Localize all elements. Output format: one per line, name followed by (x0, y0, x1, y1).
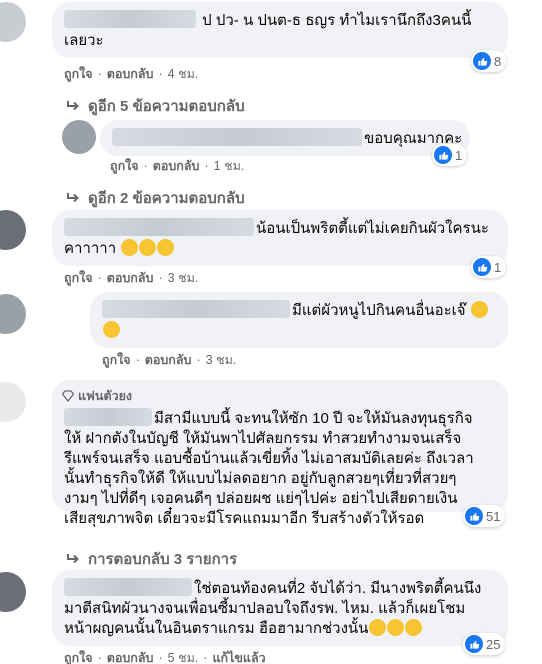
laugh-emoji-icon (369, 619, 387, 636)
comment-text: เสียสุขภาพจิต เดี๋ยวจะมีโรคแถมมาอีก รีบส… (64, 510, 425, 527)
comment-text: มาตีสนิทผัวนางจนเพื่อนซี้มาปลอบใจถึงรพ. … (64, 600, 466, 617)
grin-emoji-icon (157, 239, 175, 256)
like-link[interactable]: ถูกใจ (110, 156, 139, 176)
laugh-emoji-icon (103, 321, 120, 338)
comment-actions: ถูกใจ · ตอบกลับ · 1 ชม. (110, 156, 244, 176)
redacted-name (64, 408, 152, 426)
reaction-count[interactable]: 51 (463, 505, 506, 527)
comment-text: ใช่ตอนท้องคนที่2 จับได้ว่า. มีนางพริตตี้… (194, 580, 482, 597)
like-icon (434, 146, 452, 164)
sad-emoji-icon (470, 301, 488, 318)
comment-actions: ถูกใจ · ตอบกลับ · 5 ชม. · แก้ไขแล้ว (64, 648, 266, 664)
reaction-number: 1 (494, 259, 502, 275)
reaction-count[interactable]: 1 (471, 256, 507, 278)
like-icon (465, 635, 483, 653)
redacted-name (102, 300, 290, 318)
reaction-number: 25 (486, 636, 501, 652)
redacted-name (64, 578, 192, 596)
comment-text: ให้ ฝากตังในบัญชี ให้มันพาไปศัลยกรรม ทำส… (64, 430, 462, 447)
reaction-count[interactable]: 8 (471, 50, 507, 72)
reaction-count[interactable]: 25 (463, 633, 506, 655)
laugh-emoji-icon (387, 619, 405, 636)
reaction-count[interactable]: 1 (432, 144, 468, 166)
edited-label: แก้ไขแล้ว (212, 651, 266, 664)
comment-actions: ถูกใจ · ตอบกลับ · 4 ชม. (64, 64, 198, 84)
comment-text: ป ปว- น ปนต-ธ ธญร ทำไมเรานึกถึง3คนนี้ (202, 12, 472, 29)
reply-link[interactable]: ตอบกลับ (107, 268, 154, 288)
avatar[interactable] (0, 294, 26, 334)
badge-label: แฟนตัวยง (78, 389, 133, 403)
avatar[interactable] (0, 2, 26, 42)
comment-bubble: ป ปว- น ปนต-ธ ธญร ทำไมเรานึกถึง3คนนี้ เล… (52, 2, 508, 58)
avatar[interactable] (0, 572, 26, 612)
reply-arrow-icon (66, 192, 82, 204)
like-icon (473, 52, 491, 70)
view-more-replies[interactable]: ดูอีก 2 ข้อความตอบกลับ (66, 186, 245, 210)
reaction-number: 1 (455, 147, 463, 163)
comment-text: มีแต่ผัวหนูไปกินคนอื่นอะเจ๊ (292, 302, 466, 319)
comment-text: คาาาาา (64, 240, 117, 257)
reaction-number: 8 (494, 53, 502, 69)
grin-emoji-icon (139, 239, 157, 256)
redacted-name (64, 10, 196, 28)
view-more-replies-label: ดูอีก 5 ข้อความตอบกลับ (88, 98, 245, 115)
like-icon (465, 507, 483, 525)
like-link[interactable]: ถูกใจ (64, 268, 93, 288)
timestamp[interactable]: 3 ชม. (168, 268, 199, 288)
view-more-replies[interactable]: ดูอีก 5 ข้อความตอบกลับ (66, 94, 245, 118)
comment-bubble: มีแต่ผัวหนูไปกินคนอื่นอะเจ๊ (90, 292, 508, 348)
view-more-replies-label: ดูอีก 2 ข้อความตอบกลับ (88, 190, 245, 207)
laugh-emoji-icon (405, 619, 423, 636)
timestamp[interactable]: 4 ชม. (168, 64, 199, 84)
grin-emoji-icon (121, 239, 139, 256)
reply-link[interactable]: ตอบกลับ (107, 64, 154, 84)
like-link[interactable]: ถูกใจ (64, 64, 93, 84)
comment-bubble: ใช่ตอนท้องคนที่2 จับได้ว่า. มีนางพริตตี้… (52, 570, 508, 646)
comment-text: นั้นทำธุรกิจให้ดี ให้แบบไม่ลดอยาก อยู่กั… (64, 470, 457, 487)
like-icon (473, 258, 491, 276)
reply-link[interactable]: ตอบกลับ (153, 156, 200, 176)
avatar[interactable] (0, 382, 26, 422)
avatar[interactable] (62, 120, 96, 154)
redacted-name (64, 218, 254, 236)
reaction-number: 51 (486, 508, 501, 524)
reply-link[interactable]: ตอบกลับ (107, 648, 154, 664)
avatar[interactable] (0, 210, 26, 250)
like-link[interactable]: ถูกใจ (64, 648, 93, 664)
comment-bubble: แฟนตัวยง มีสามีแบบนี้ จะทนให้ซัก 10 ปี จ… (52, 380, 508, 527)
view-more-replies[interactable]: การตอบกลับ 3 รายการ (66, 547, 237, 571)
view-more-replies-label: การตอบกลับ 3 รายการ (88, 551, 238, 568)
diamond-icon (62, 390, 74, 402)
comment-text: เลยวะ (64, 32, 104, 49)
comment-text: รีแพร์จนเสร็จ แอบซื้อบ้านแล้วเขี่ยทิ้ง ไ… (64, 450, 474, 467)
comment-text: น้อนเป็นพริตตี้แต่ไม่เคยกินผัวใครนะ (256, 220, 489, 237)
redacted-name (112, 128, 362, 146)
timestamp[interactable]: 3 ชม. (206, 350, 237, 370)
timestamp[interactable]: 1 ชม. (214, 156, 245, 176)
like-link[interactable]: ถูกใจ (102, 350, 131, 370)
top-fan-badge: แฟนตัวยง (62, 386, 496, 406)
comment-bubble: น้อนเป็นพริตตี้แต่ไม่เคยกินผัวใครนะ คาาา… (52, 210, 508, 266)
reply-link[interactable]: ตอบกลับ (145, 350, 192, 370)
comment-actions: ถูกใจ · ตอบกลับ · 3 ชม. (102, 350, 236, 370)
reply-arrow-icon (66, 100, 82, 112)
comment-text: มีสามีแบบนี้ จะทนให้ซัก 10 ปี จะให้มันลง… (154, 410, 473, 427)
reply-arrow-icon (66, 553, 82, 565)
comment-text: งามๆ ไปที่ดีๆ เจอคนดีๆ ปล่อยผช แย่ๆไปค่ะ… (64, 490, 458, 507)
timestamp[interactable]: 5 ชม. (168, 648, 199, 664)
comment-text: หน้าผญคนนั้นในอินตราแกรม ฮือฮามากช่วงนั้… (64, 620, 369, 637)
comment-bubble: ขอบคุณมากคะ (100, 120, 470, 156)
comment-actions: ถูกใจ · ตอบกลับ · 3 ชม. (64, 268, 198, 288)
